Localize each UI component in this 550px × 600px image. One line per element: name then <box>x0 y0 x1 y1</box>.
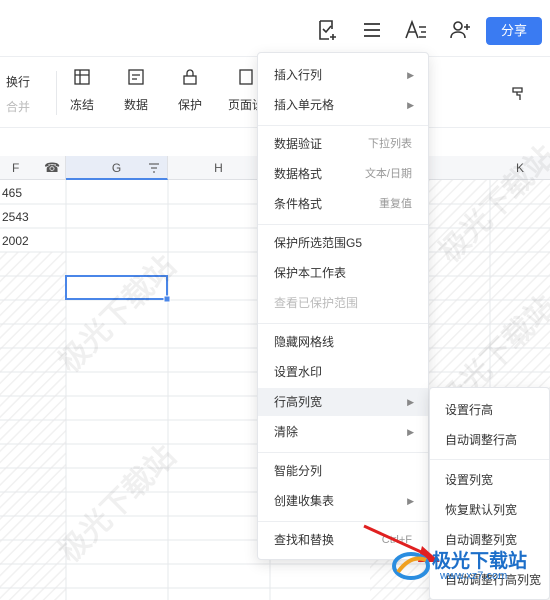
chevron-right-icon: ▶ <box>407 100 414 110</box>
submenu-set-row-height[interactable]: 设置行高 <box>430 396 549 424</box>
submenu-divider <box>430 459 549 460</box>
menu-item-label: 插入行列 <box>274 68 323 82</box>
menu-icon[interactable] <box>360 18 384 42</box>
chevron-right-icon: ▶ <box>407 427 414 437</box>
menu-item-row-col-size[interactable]: 行高列宽 ▶ <box>258 388 428 416</box>
add-user-icon[interactable] <box>448 18 472 42</box>
menu-item-label: 保护本工作表 <box>274 266 347 280</box>
menu-item-label: 隐藏网格线 <box>274 335 335 349</box>
menu-item-label: 清除 <box>274 425 299 439</box>
chevron-right-icon: ▶ <box>407 496 414 506</box>
submenu-set-col-width[interactable]: 设置列宽 <box>430 466 549 494</box>
menu-item-view-protected[interactable]: 查看已保护范围 <box>258 289 428 317</box>
menu-item-insert-cell[interactable]: 插入单元格 ▶ <box>258 91 428 119</box>
logo-text: 极光下载站 <box>432 551 528 572</box>
format-painter-icon[interactable] <box>510 85 526 101</box>
menu-item-insert-row-col[interactable]: 插入行列 ▶ <box>258 61 428 89</box>
top-toolbar: 分享 <box>0 0 550 56</box>
ribbon-divider <box>56 71 57 115</box>
submenu-auto-row-height[interactable]: 自动调整行高 <box>430 426 549 454</box>
freeze-label: 冻结 <box>70 98 95 112</box>
menu-item-label: 行高列宽 <box>274 395 323 409</box>
freeze-button[interactable]: 冻结 <box>70 69 94 113</box>
data-label: 数据 <box>124 98 149 112</box>
menu-item-label: 查找和替换 <box>274 533 335 547</box>
menu-item-label: 数据格式 <box>274 167 323 181</box>
menu-item-clear[interactable]: 清除 ▶ <box>258 418 428 446</box>
menu-item-watermark[interactable]: 设置水印 <box>258 358 428 386</box>
wrap-label: 换行 <box>6 75 31 89</box>
page-icon <box>239 69 253 85</box>
menu-item-label: 创建收集表 <box>274 494 335 508</box>
chevron-right-icon: ▶ <box>407 397 414 407</box>
merge-label: 合并 <box>6 100 31 114</box>
wrap-button[interactable]: 换行 合并 <box>6 73 30 115</box>
text-format-icon[interactable] <box>404 18 428 42</box>
menu-item-smart-split[interactable]: 智能分列 <box>258 457 428 485</box>
protect-label: 保护 <box>178 98 203 112</box>
context-menu: 插入行列 ▶ 插入单元格 ▶ 数据验证 下拉列表 数据格式 文本/日期 条件格式 重复值 … <box>257 52 429 560</box>
menu-item-hint: 下拉列表 <box>368 138 412 150</box>
menu-item-label: 插入单元格 <box>274 98 335 112</box>
logo-url: www.xz7.com <box>440 570 508 582</box>
menu-item-hint: 重复值 <box>379 198 412 210</box>
menu-item-data-validation[interactable]: 数据验证 下拉列表 <box>258 130 428 158</box>
cell-f2[interactable]: 465 <box>2 186 22 200</box>
share-button[interactable]: 分享 <box>486 17 542 45</box>
menu-item-hint: 文本/日期 <box>364 168 412 180</box>
menu-item-label: 数据验证 <box>274 137 323 151</box>
menu-item-data-format[interactable]: 数据格式 文本/日期 <box>258 160 428 188</box>
logo-swirl-icon <box>392 552 430 580</box>
protect-button[interactable]: 保护 <box>178 69 202 113</box>
menu-item-label: 保护所选范围G5 <box>274 236 363 250</box>
menu-item-create-form[interactable]: 创建收集表 ▶ <box>258 487 428 515</box>
menu-divider <box>258 125 428 126</box>
menu-item-protect-range[interactable]: 保护所选范围G5 <box>258 229 428 257</box>
menu-item-label: 查看已保护范围 <box>274 296 359 310</box>
data-button[interactable]: 数据 <box>124 69 148 113</box>
data-icon <box>128 69 144 85</box>
menu-divider <box>258 323 428 324</box>
menu-item-label: 设置水印 <box>274 365 323 379</box>
cell-f3[interactable]: 2543 <box>2 210 29 224</box>
menu-item-conditional-format[interactable]: 条件格式 重复值 <box>258 190 428 218</box>
chevron-right-icon: ▶ <box>407 70 414 80</box>
lock-icon <box>183 69 197 85</box>
menu-divider <box>258 452 428 453</box>
cell-f4[interactable]: 2002 <box>2 234 29 248</box>
menu-item-label: 条件格式 <box>274 197 323 211</box>
menu-item-label: 智能分列 <box>274 464 323 478</box>
menu-divider <box>258 224 428 225</box>
checklist-icon[interactable] <box>316 18 340 42</box>
menu-item-hide-gridlines[interactable]: 隐藏网格线 <box>258 328 428 356</box>
freeze-icon <box>74 69 90 85</box>
menu-item-protect-sheet[interactable]: 保护本工作表 <box>258 259 428 287</box>
site-logo: 极光下载站 www.xz7.com <box>392 546 548 586</box>
